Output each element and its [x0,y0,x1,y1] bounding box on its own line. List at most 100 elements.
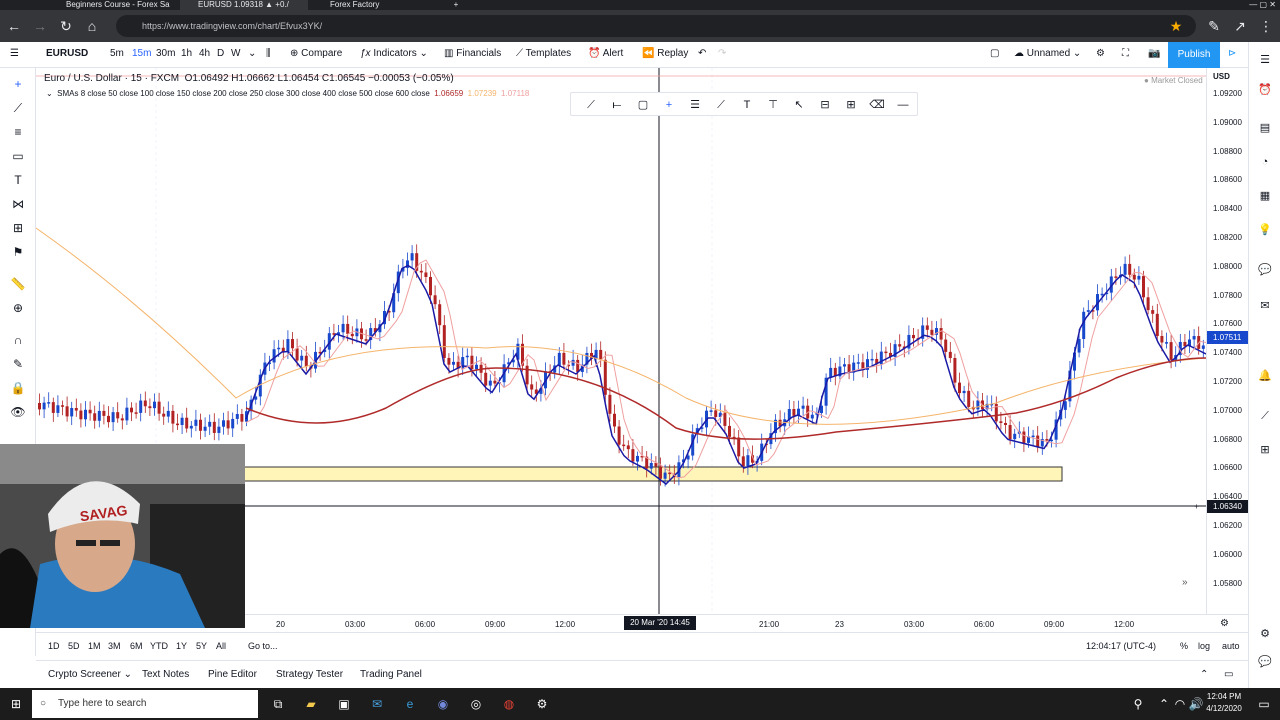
chevron-down-icon[interactable]: ⌄ [248,48,256,59]
share-icon[interactable]: ↗ [1232,18,1248,34]
browser-tab-active[interactable]: EURUSD 1.09318 ▲ +0./ [180,0,308,10]
window-controls[interactable]: — ▢ ✕ [1196,0,1276,10]
discord-icon[interactable]: ◉ [435,696,451,712]
camera-icon[interactable]: 📷 [1148,48,1160,59]
forward-icon[interactable]: → [32,18,48,34]
strategy-tester-tab[interactable]: Strategy Tester [276,669,343,680]
lines-icon[interactable]: ☰ [687,97,703,113]
notifications-icon[interactable]: 🔔 [1257,368,1273,384]
file-explorer-icon[interactable]: ▰ [303,696,319,712]
flag-icon[interactable]: ⚑ [9,244,27,260]
trend-icon[interactable]: ⟋ [1257,408,1273,424]
financials-button[interactable]: ▥ Financials [444,48,501,59]
replay-button[interactable]: ⏪ Replay [642,48,688,59]
chevron-up-icon[interactable]: ⌃ [1200,669,1208,680]
gear-icon[interactable]: ⚙ [1096,48,1105,59]
gear-icon[interactable]: ⚙ [1220,618,1229,629]
trend-line-icon[interactable]: ⟋ [583,97,599,113]
range-button-1y[interactable]: 1Y [176,641,187,651]
chat-icon[interactable]: 💬 [1257,262,1273,278]
people-icon[interactable]: ⚲ [1130,696,1146,712]
magnet-icon[interactable]: ∩ [9,332,27,348]
pen-icon[interactable]: ✎ [1206,18,1222,34]
maximize-panel-icon[interactable]: ▭ [1224,669,1233,680]
short-position-icon[interactable]: ⊞ [843,97,859,113]
obs-icon[interactable]: ◎ [468,696,484,712]
trend-line-icon[interactable]: ⟋ [9,100,27,116]
pencil-lock-icon[interactable]: ✎ [9,356,27,372]
layout-name-button[interactable]: ☁ Unnamed ⌄ [1014,48,1081,59]
wifi-icon[interactable]: ◠ [1172,696,1188,712]
watchlist-icon[interactable]: ☰ [1257,52,1273,68]
mail-icon[interactable]: ✉ [369,696,385,712]
calendar-icon[interactable]: ▦ [1257,188,1273,204]
order-panel-icon[interactable]: ⊞ [1257,442,1273,458]
publish-button[interactable]: Publish [1168,42,1220,68]
hotlist-icon[interactable]: ◔ [1257,154,1273,170]
taskbar-search-input[interactable]: ○ Type here to search [32,690,258,718]
alerts-icon[interactable]: ⏰ [1257,82,1273,98]
url-input[interactable]: https://www.tradingview.com/chart/Efvux3… [116,15,1196,37]
range-button-1m[interactable]: 1M [88,641,101,651]
rectangle-icon[interactable]: ▭ [9,148,27,164]
task-view-icon[interactable]: ⧉ [270,696,286,712]
play-circle-icon[interactable]: ⊳ [1228,48,1236,59]
pine-editor-tab[interactable]: Pine Editor [208,669,257,680]
home-icon[interactable]: ⌂ [84,18,100,34]
interval-d[interactable]: D [217,48,224,59]
windows-start-icon[interactable]: ⊞ [8,696,24,712]
fullscreen-icon[interactable]: ⛶ [1122,48,1129,59]
interval-5m[interactable]: 5m [110,48,124,59]
price-axis[interactable]: USD 1.09200 1.09000 1.08800 1.08600 1.08400 1… [1206,68,1249,614]
bookmark-star-icon[interactable]: ★ [1168,18,1184,34]
settings-icon[interactable]: ⚙ [534,696,550,712]
templates-button[interactable]: ⟋ Templates [516,48,571,59]
pattern-icon[interactable]: ⋈ [9,196,27,212]
range-button-5d[interactable]: 5D [68,641,80,651]
compare-button[interactable]: ⊕ Compare [290,48,342,59]
crosshair-icon[interactable]: + [661,97,677,113]
fib-icon[interactable]: ≡ [9,124,27,140]
brush-icon[interactable]: ⟋ [713,97,729,113]
taskbar-clock[interactable]: 12:04 PM 4/12/2020 [1200,691,1248,715]
price-label-icon[interactable]: ⊤ [765,97,781,113]
interval-1h[interactable]: 1h [181,48,192,59]
browser-tab[interactable]: Forex Factory [312,0,440,10]
sma-legend[interactable]: ⌄ SMAs 8 close 50 close 100 close 150 cl… [46,89,529,98]
lock-icon[interactable]: 🔒 [9,380,27,396]
candles-icon[interactable]: ⫼ [266,48,271,59]
alert-button[interactable]: ⏰ Alert [588,48,623,59]
chat-bubble-icon[interactable]: 💬 [1257,654,1273,670]
horizontal-line-icon[interactable]: — [895,97,911,113]
log-toggle[interactable]: log [1198,641,1210,651]
back-icon[interactable]: ← [6,18,22,34]
new-tab-icon[interactable]: + [448,0,464,10]
range-button-ytd[interactable]: YTD [150,641,168,651]
range-button-1d[interactable]: 1D [48,641,60,651]
rectangle-icon[interactable]: ▢ [635,97,651,113]
eraser-icon[interactable]: ⌫ [869,97,885,113]
ruler-icon[interactable]: 📏 [9,276,27,292]
interval-4h[interactable]: 4h [199,48,210,59]
range-button-3m[interactable]: 3M [108,641,121,651]
messages-icon[interactable]: ✉ [1257,298,1273,314]
eye-icon[interactable]: 👁 [9,404,27,420]
trading-panel-tab[interactable]: Trading Panel [360,669,422,680]
menu-icon[interactable]: ⋮ [1258,18,1274,34]
crypto-screener-tab[interactable]: Crypto Screener ⌄ [48,669,132,680]
data-window-icon[interactable]: ▤ [1257,120,1273,136]
edge-icon[interactable]: e [402,696,418,712]
prediction-icon[interactable]: ⊞ [9,220,27,236]
browser-tab[interactable]: Beginners Course - Forex Sa [48,0,176,10]
hamburger-icon[interactable]: ☰ [10,48,19,59]
collapse-icon[interactable]: ⌄ [46,89,53,98]
text-icon[interactable]: T [9,172,27,188]
percent-toggle[interactable]: % [1180,641,1188,651]
range-button-5y[interactable]: 5Y [196,641,207,651]
indicators-button[interactable]: ƒx Indicators ⌄ [360,48,428,59]
range-button-all[interactable]: All [216,641,226,651]
symbol-search[interactable]: EURUSD [46,48,88,59]
redo-icon[interactable]: ↷ [718,48,726,59]
undo-icon[interactable]: ↶ [698,48,706,59]
reload-icon[interactable]: ↻ [58,18,74,34]
